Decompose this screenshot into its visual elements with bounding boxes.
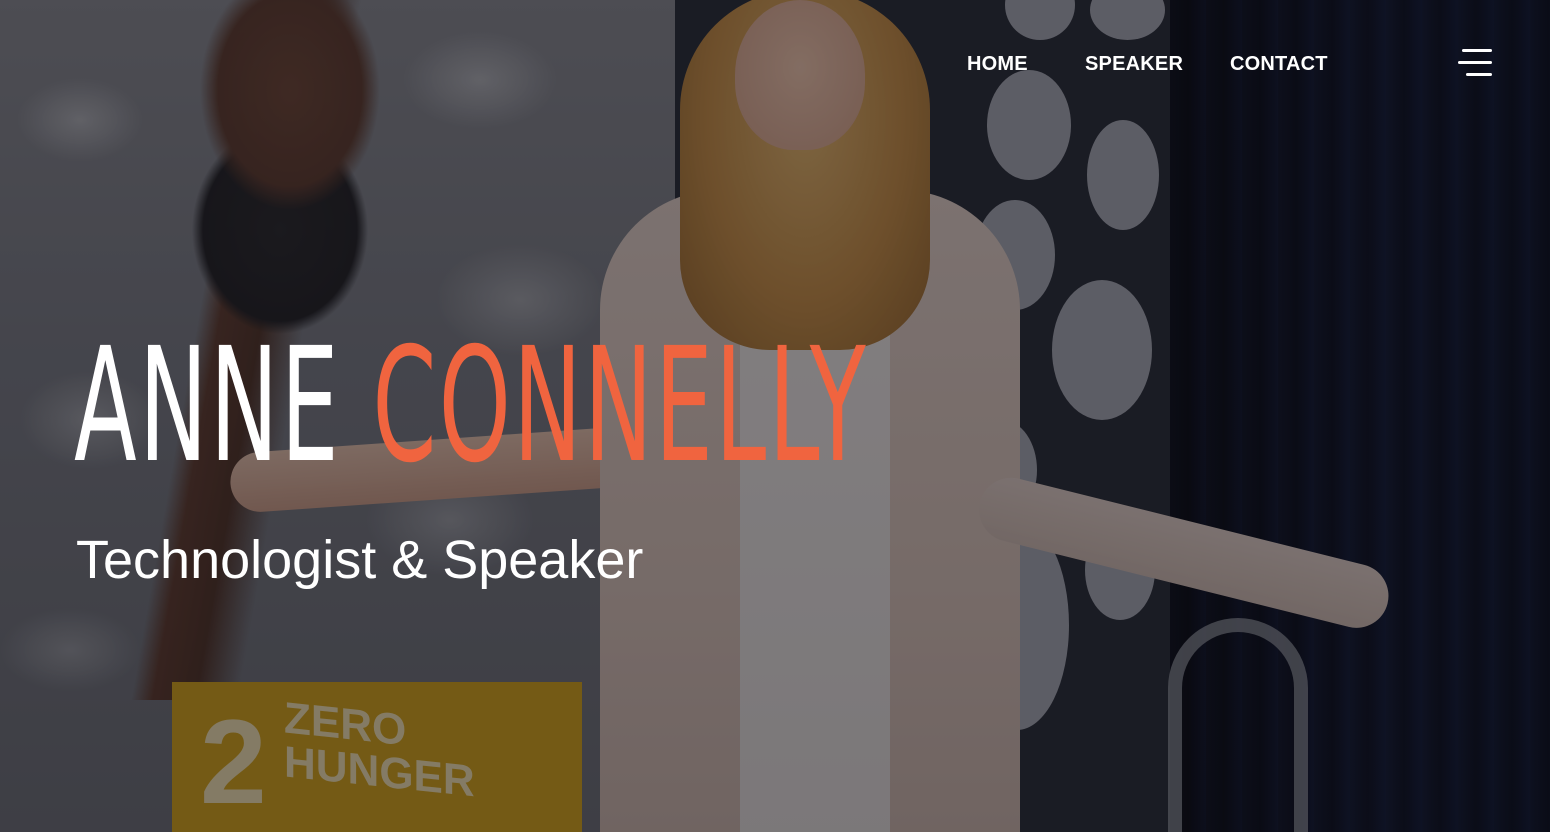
nav-contact-link[interactable]: CONTACT	[1230, 51, 1328, 77]
hero-section: 2 ZERO HUNGER HOME SPEAKER CONTACT ANNE …	[0, 0, 1550, 832]
hamburger-menu-icon[interactable]	[1456, 49, 1492, 77]
main-navigation: HOME SPEAKER CONTACT	[0, 51, 1550, 79]
nav-home-link[interactable]: HOME	[967, 51, 1028, 77]
hero-title: ANNE CONNELLY	[74, 326, 868, 486]
hero-subtitle: Technologist & Speaker	[76, 530, 644, 590]
hero-first-name: ANNE	[74, 314, 341, 498]
hero-last-name: CONNELLY	[372, 314, 869, 498]
nav-speaker-link[interactable]: SPEAKER	[1085, 51, 1183, 77]
